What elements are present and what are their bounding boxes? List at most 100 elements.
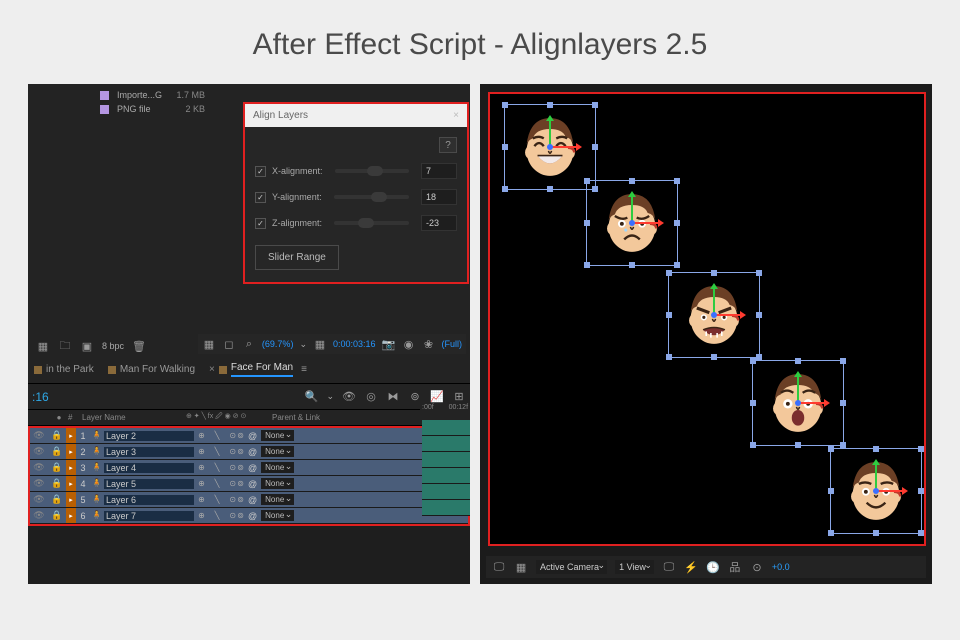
layer-switches[interactable]: ⊕ ╲ ⊙⊚ (194, 511, 244, 520)
layer-switches[interactable]: ⊕ ╲ ⊙⊚ (194, 479, 244, 488)
flowchart-icon[interactable]: 品 (728, 560, 742, 574)
visibility-toggle[interactable]: 👁 (30, 462, 48, 473)
tab-in-the-park[interactable]: in the Park (34, 364, 94, 375)
layer-row[interactable]: 👁🔒▸6🧍Layer 7⊕ ╲ ⊙⊚@None (30, 508, 468, 524)
search-icon[interactable]: 🔍 (304, 390, 318, 404)
resize-handle[interactable] (584, 178, 590, 184)
camera-dropdown[interactable]: Active Camera (536, 560, 607, 574)
anchor-point-icon[interactable] (711, 312, 717, 318)
new-comp-icon[interactable]: ▣ (80, 339, 94, 353)
frame-blend-icon[interactable]: ⧓ (386, 390, 400, 404)
resize-handle[interactable] (674, 220, 680, 226)
grid-icon[interactable]: 🖵 (492, 560, 506, 574)
layer-name[interactable]: Layer 6 (104, 495, 194, 505)
layer-name[interactable]: Layer 7 (104, 511, 194, 521)
y-alignment-value[interactable]: 18 (421, 189, 457, 205)
resize-handle[interactable] (666, 312, 672, 318)
layer-bar[interactable] (422, 468, 470, 484)
timeline-icon[interactable]: 🕒 (706, 560, 720, 574)
z-alignment-checkbox[interactable]: ✓ (255, 218, 266, 229)
interpret-footage-icon[interactable]: ▦ (36, 339, 50, 353)
resize-handle[interactable] (828, 446, 834, 452)
layer-color-label[interactable]: ▸ (66, 476, 76, 491)
lock-toggle[interactable]: 🔒 (48, 494, 66, 505)
x-axis-gizmo[interactable] (550, 146, 578, 148)
parent-dropdown[interactable]: None (261, 446, 294, 457)
column-layer-name[interactable]: Layer Name (82, 413, 186, 422)
layer-switches[interactable]: ⊕ ╲ ⊙⊚ (194, 495, 244, 504)
layer-name[interactable]: Layer 4 (104, 463, 194, 473)
resize-handle[interactable] (502, 144, 508, 150)
motion-blur-icon[interactable]: ⊚ (408, 390, 422, 404)
resize-handle[interactable] (918, 530, 924, 536)
x-alignment-checkbox[interactable]: ✓ (255, 166, 266, 177)
resize-handle[interactable] (502, 102, 508, 108)
guides-icon[interactable]: ▦ (514, 560, 528, 574)
selected-layer-bounds[interactable] (504, 104, 596, 190)
project-file-row[interactable]: Importe...G 1.7 MB (28, 88, 470, 102)
layer-switches[interactable]: ⊕ ╲ ⊙⊚ (194, 447, 244, 456)
channel-icon[interactable]: ◉ (402, 337, 416, 351)
layer-color-label[interactable]: ▸ (66, 508, 76, 523)
selected-layer-bounds[interactable] (586, 180, 678, 266)
column-parent[interactable]: Parent & Link (272, 413, 320, 422)
layer-name[interactable]: Layer 2 (104, 431, 194, 441)
pixel-aspect-icon[interactable]: 🖵 (662, 560, 676, 574)
pickwhip-icon[interactable]: @ (248, 463, 257, 473)
pickwhip-icon[interactable]: @ (248, 495, 257, 505)
y-alignment-checkbox[interactable]: ✓ (255, 192, 266, 203)
anchor-point-icon[interactable] (629, 220, 635, 226)
lock-toggle[interactable]: 🔒 (48, 446, 66, 457)
resize-handle[interactable] (795, 358, 801, 364)
snapshot-icon[interactable]: 📷 (382, 337, 396, 351)
lock-toggle[interactable]: 🔒 (48, 510, 66, 521)
anchor-point-icon[interactable] (795, 400, 801, 406)
lock-toggle[interactable]: 🔒 (48, 478, 66, 489)
bpc-label[interactable]: 8 bpc (102, 341, 124, 351)
layer-row[interactable]: 👁🔒▸2🧍Layer 3⊕ ╲ ⊙⊚@None (30, 444, 468, 460)
anchor-point-icon[interactable] (547, 144, 553, 150)
resize-handle[interactable] (674, 178, 680, 184)
y-axis-gizmo[interactable] (631, 195, 633, 223)
layer-color-label[interactable]: ▸ (66, 444, 76, 459)
selected-layer-bounds[interactable] (752, 360, 844, 446)
x-alignment-slider[interactable] (335, 169, 409, 173)
shy-icon[interactable]: 👁 (342, 390, 356, 404)
lock-toggle[interactable]: 🔒 (48, 430, 66, 441)
layer-bar[interactable] (422, 436, 470, 452)
layer-color-label[interactable]: ▸ (66, 428, 76, 443)
search-caret-icon[interactable]: ⌄ (326, 391, 334, 402)
layer-bar[interactable] (422, 500, 470, 516)
draft-3d-icon[interactable]: ◎ (364, 390, 378, 404)
resize-handle[interactable] (756, 312, 762, 318)
y-axis-gizmo[interactable] (713, 287, 715, 315)
z-alignment-slider[interactable] (334, 221, 409, 225)
resize-handle[interactable] (674, 262, 680, 268)
resize-handle[interactable] (629, 178, 635, 184)
parent-dropdown[interactable]: None (261, 430, 294, 441)
fast-preview-icon[interactable]: ⚡ (684, 560, 698, 574)
zoom-readout[interactable]: (69.7%) (262, 339, 294, 349)
layer-row[interactable]: 👁🔒▸5🧍Layer 6⊕ ╲ ⊙⊚@None (30, 492, 468, 508)
visibility-toggle[interactable]: 👁 (30, 510, 48, 521)
selected-layer-bounds[interactable] (830, 448, 922, 534)
selected-layer-bounds[interactable] (668, 272, 760, 358)
slider-thumb[interactable] (367, 166, 383, 176)
resize-handle[interactable] (666, 354, 672, 360)
parent-dropdown[interactable]: None (261, 478, 294, 489)
glasses-icon[interactable]: ⌕ (242, 337, 256, 351)
layer-name[interactable]: Layer 3 (104, 447, 194, 457)
resize-handle[interactable] (918, 446, 924, 452)
resolution-dropdown[interactable]: (Full) (442, 339, 463, 349)
visibility-toggle[interactable]: 👁 (30, 494, 48, 505)
y-axis-gizmo[interactable] (875, 463, 877, 491)
graph-editor-icon[interactable]: 📈 (430, 390, 444, 404)
resize-handle[interactable] (756, 270, 762, 276)
pickwhip-icon[interactable]: @ (248, 431, 257, 441)
composition-canvas[interactable] (488, 92, 926, 546)
anchor-point-icon[interactable] (873, 488, 879, 494)
parent-dropdown[interactable]: None (261, 510, 294, 521)
toggle-switches-icon[interactable]: ⊞ (452, 390, 466, 404)
layer-switches[interactable]: ⊕ ╲ ⊙⊚ (194, 463, 244, 472)
pickwhip-icon[interactable]: @ (248, 511, 257, 521)
